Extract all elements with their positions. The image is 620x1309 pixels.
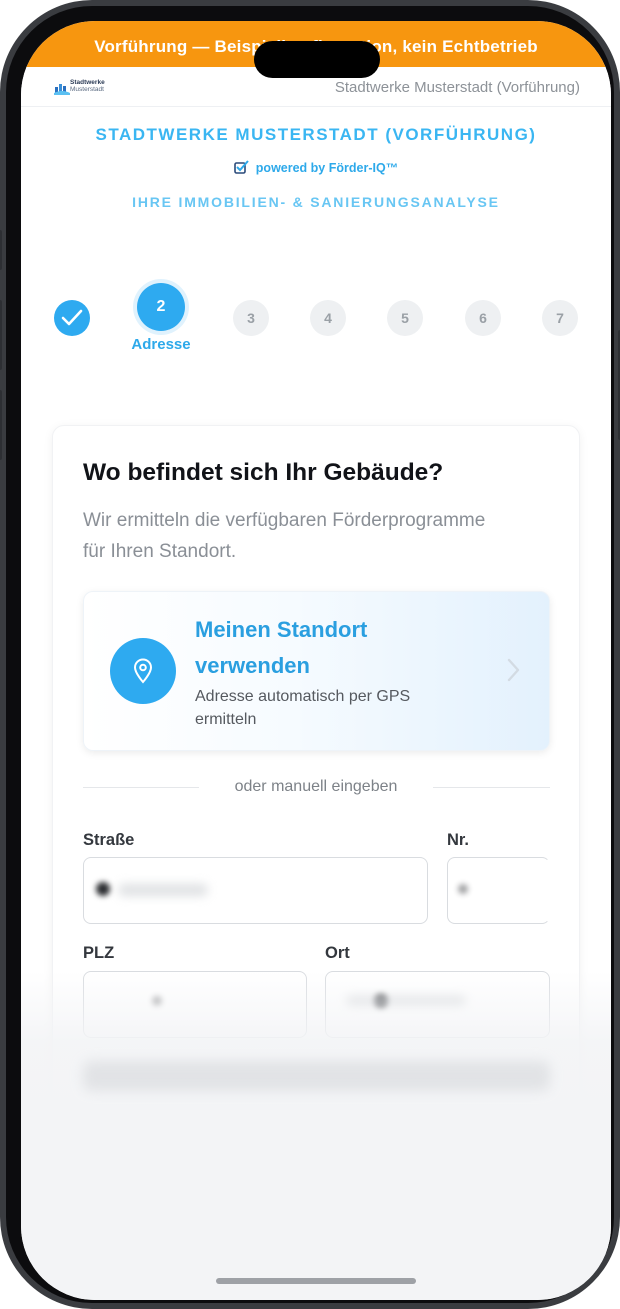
location-pin-icon [133, 658, 153, 684]
checkbox-icon [233, 160, 249, 174]
street-input[interactable] [83, 857, 428, 924]
volume-up-button [0, 300, 2, 370]
logo-mark-icon [54, 84, 70, 95]
divider-text: oder manuell eingeben [234, 778, 398, 795]
powered-by: powered by Förder-IQ™ [21, 160, 611, 175]
volume-down-button [0, 390, 2, 460]
step-2-current[interactable]: 2 [137, 283, 185, 331]
check-icon [61, 309, 83, 326]
brand-title: STADTWERKE MUSTERSTADT (VORFÜHRUNG) [95, 125, 537, 144]
phone-frame: Vorführung — Beispielkonfiguration, kein… [0, 0, 620, 1309]
location-icon-circle [110, 638, 176, 704]
logo-line-2: Musterstadt [70, 86, 104, 93]
logo-text: Stadtwerke Musterstadt [70, 79, 105, 93]
dynamic-island [254, 41, 380, 78]
card-description: Wir ermitteln die verfügbaren Förderprog… [83, 510, 486, 562]
number-input[interactable] [447, 857, 550, 924]
divider-left [83, 787, 199, 788]
blurred-street-text [118, 884, 208, 896]
city-label: Ort [325, 944, 350, 962]
powered-text: powered by Förder-IQ™ [255, 161, 399, 175]
content-fade-overlay [21, 971, 611, 1300]
blurred-continue-button[interactable] [83, 1061, 550, 1091]
chevron-right-icon [507, 658, 520, 682]
use-location-button[interactable]: Meinen Standort verwenden Adresse automa… [83, 591, 550, 751]
step-5[interactable]: 5 [387, 300, 423, 336]
page-subtitle: IHRE IMMOBILIEN- & SANIERUNGSANALYSE [132, 194, 500, 210]
phone-bezel: Vorführung — Beispielkonfiguration, kein… [6, 6, 614, 1303]
card-title: Wo befindet sich Ihr Gebäude? [83, 459, 444, 486]
step-3[interactable]: 3 [233, 300, 269, 336]
street-label: Straße [83, 831, 135, 849]
number-label: Nr. [447, 831, 470, 849]
current-step-label: Adresse [131, 336, 191, 353]
gps-title: Meinen Standort verwenden [195, 617, 368, 678]
blurred-number-value [458, 884, 468, 894]
zip-label: PLZ [83, 944, 115, 962]
step-6[interactable]: 6 [465, 300, 501, 336]
step-4[interactable]: 4 [310, 300, 346, 336]
logo-line-1: Stadtwerke [70, 79, 105, 86]
mute-switch [0, 230, 2, 270]
step-7[interactable]: 7 [542, 300, 578, 336]
screen: Vorführung — Beispielkonfiguration, kein… [21, 21, 611, 1300]
step-1-completed[interactable] [54, 300, 90, 336]
header-title: Stadtwerke Musterstadt (Vorführung) [334, 79, 580, 96]
blurred-street-value [96, 882, 110, 896]
home-indicator[interactable] [216, 1278, 416, 1284]
divider-right [433, 787, 550, 788]
company-logo[interactable]: Stadtwerke Musterstadt [54, 79, 114, 97]
gps-subtitle: Adresse automatisch per GPS ermitteln [195, 688, 411, 728]
